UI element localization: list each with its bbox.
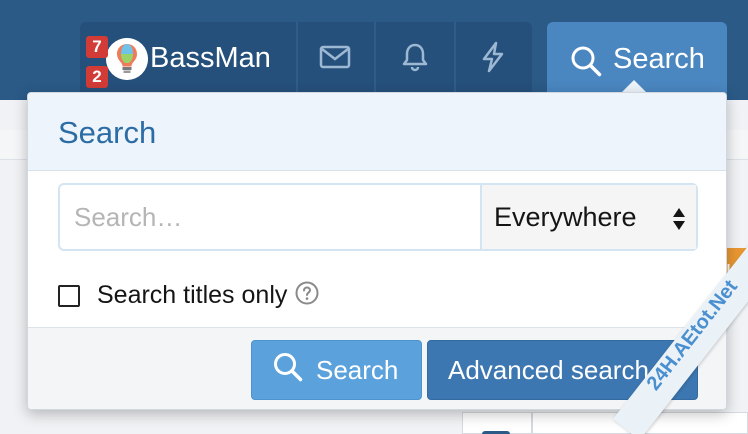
nav-divider bbox=[296, 22, 298, 100]
watermark: 24H.AEtot.Net bbox=[568, 244, 748, 434]
menu-header: Search bbox=[28, 93, 726, 171]
notification-badge: 2 bbox=[86, 66, 108, 88]
username: BassMan bbox=[150, 42, 271, 74]
search-icon bbox=[569, 44, 603, 83]
menu-pointer bbox=[622, 80, 646, 92]
titles-only-label: Search titles only bbox=[97, 281, 288, 309]
notification-badge: 7 bbox=[86, 36, 108, 58]
watermark-text: 24H.AEtot.Net bbox=[612, 244, 748, 434]
search-button-label: Search bbox=[316, 354, 399, 385]
bell-icon[interactable] bbox=[398, 40, 432, 74]
help-icon[interactable] bbox=[295, 281, 319, 310]
select-arrows-icon bbox=[672, 207, 686, 236]
search-input[interactable] bbox=[60, 185, 480, 249]
search-button[interactable]: Search bbox=[251, 340, 422, 400]
search-tab-label: Search bbox=[613, 43, 705, 75]
scope-selected: Everywhere bbox=[494, 201, 637, 232]
envelope-icon[interactable] bbox=[318, 40, 352, 74]
nav-divider bbox=[454, 22, 456, 100]
search-row: Everywhere bbox=[58, 183, 698, 251]
titles-only-checkbox[interactable] bbox=[58, 284, 80, 307]
bolt-icon[interactable] bbox=[476, 40, 510, 74]
search-icon bbox=[272, 351, 304, 390]
avatar bbox=[106, 38, 148, 80]
menu-title: Search bbox=[58, 115, 157, 150]
scope-select[interactable]: Everywhere bbox=[480, 185, 696, 249]
titles-only-option[interactable]: Search titles only bbox=[58, 281, 319, 310]
nav-divider bbox=[374, 22, 376, 100]
